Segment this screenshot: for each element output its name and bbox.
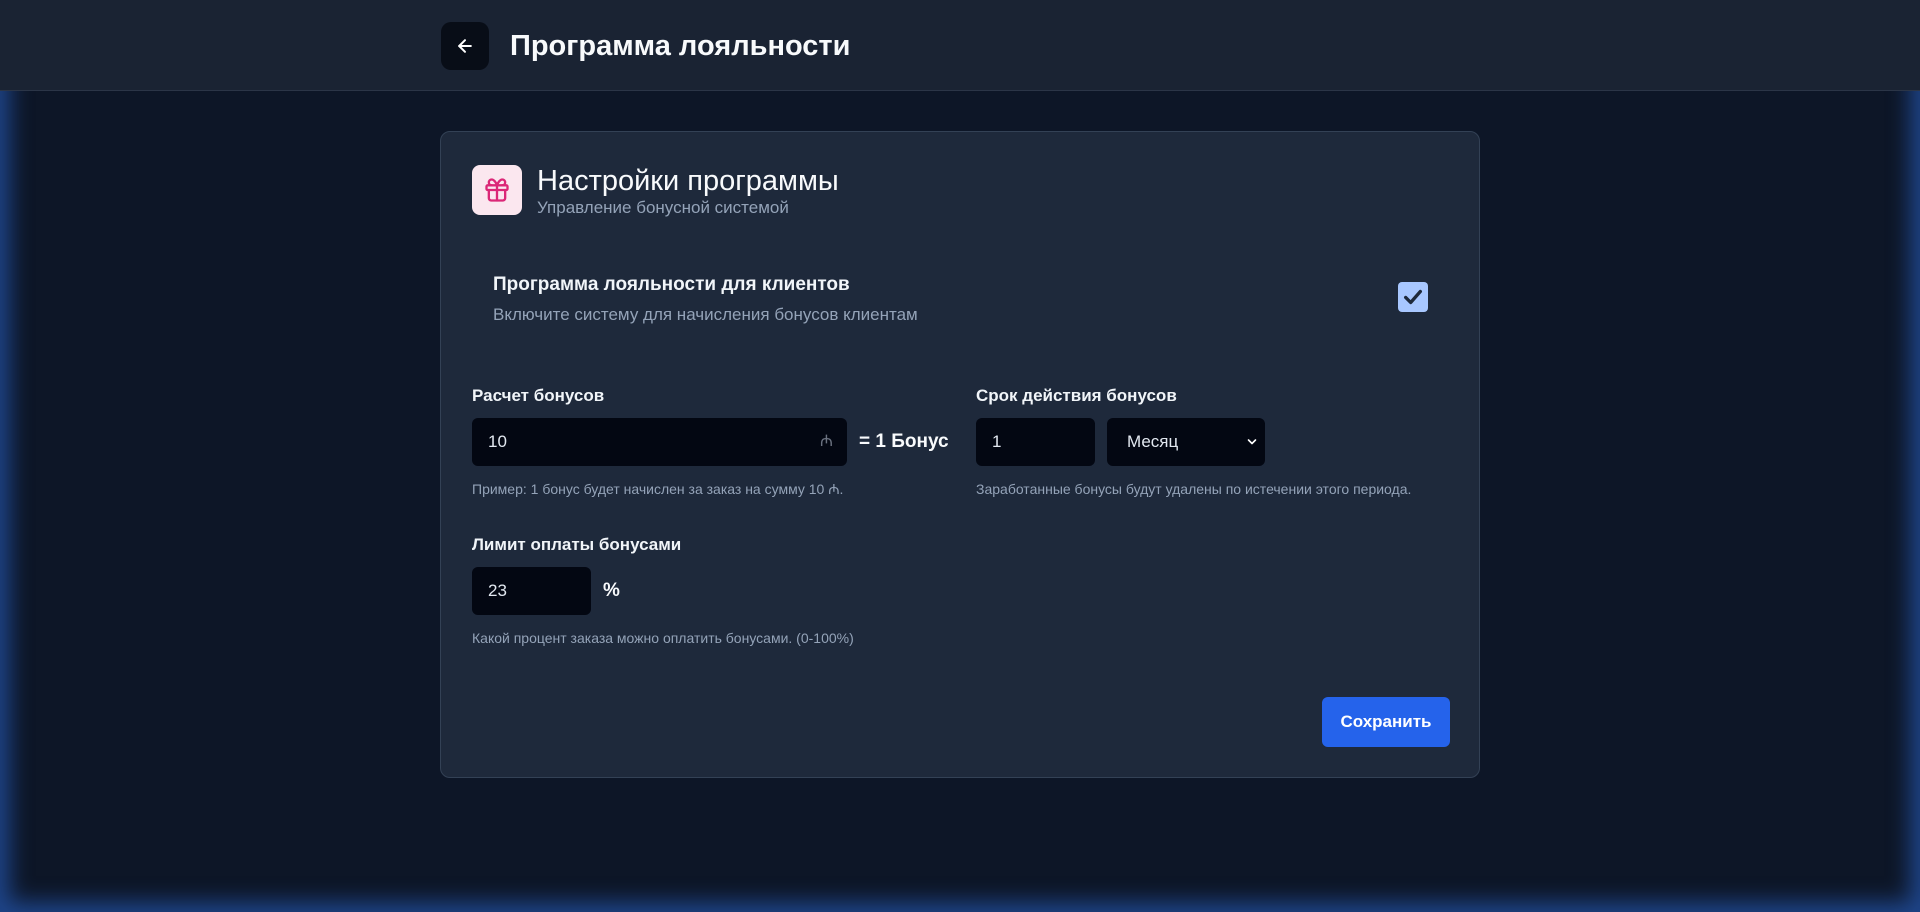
percent-unit: % bbox=[603, 580, 620, 601]
bonus-expiry-label: Срок действия бонусов bbox=[976, 386, 1177, 405]
card-icon-box bbox=[472, 165, 522, 215]
expiry-amount-value: 1 bbox=[992, 432, 1002, 451]
settings-card: Настройки программы Управление бонусной … bbox=[440, 131, 1480, 778]
page-title: Программа лояльности bbox=[510, 30, 851, 62]
expiry-unit-select[interactable]: Месяц bbox=[1107, 418, 1265, 466]
chevron-down-icon bbox=[1247, 439, 1257, 445]
bonus-amount-value: 10 bbox=[488, 432, 507, 451]
bonus-calc-label: Расчет бонусов bbox=[472, 386, 605, 405]
payment-limit-label: Лимит оплаты бонусами bbox=[472, 535, 682, 554]
card-title: Настройки программы bbox=[537, 165, 839, 197]
payment-limit-hint: Какой процент заказа можно оплатить бону… bbox=[472, 630, 854, 646]
expiry-amount-input[interactable]: 1 bbox=[976, 418, 1095, 466]
payment-limit-value: 23 bbox=[488, 581, 507, 600]
save-button[interactable]: Сохранить bbox=[1322, 697, 1450, 747]
loyalty-toggle-description: Включите систему для начисления бонусов … bbox=[493, 305, 918, 324]
bonus-calc-hint: Пример: 1 бонус будет начислен за заказ … bbox=[472, 481, 844, 497]
app-frame: Программа лояльности Настройки программы… bbox=[0, 0, 1920, 912]
bonus-expiry-hint: Заработанные бонусы будут удалены по ист… bbox=[976, 481, 1412, 497]
arrow-left-icon bbox=[458, 39, 472, 53]
top-bar: Программа лояльности bbox=[0, 0, 1920, 91]
gift-icon bbox=[485, 178, 509, 202]
checkmark-icon bbox=[1404, 289, 1422, 305]
loyalty-enabled-checkbox[interactable] bbox=[1398, 282, 1428, 312]
expiry-unit-value: Месяц bbox=[1127, 432, 1179, 451]
loyalty-toggle-title: Программа лояльности для клиентов bbox=[493, 274, 850, 295]
bonus-equals-text: = 1 Бонус bbox=[859, 431, 949, 452]
payment-limit-input[interactable]: 23 bbox=[472, 567, 591, 615]
card-subtitle: Управление бонусной системой bbox=[537, 198, 789, 217]
back-button[interactable] bbox=[441, 22, 489, 70]
currency-symbol: ₼ bbox=[820, 433, 833, 450]
bonus-amount-input[interactable]: 10 ₼ bbox=[472, 418, 847, 466]
